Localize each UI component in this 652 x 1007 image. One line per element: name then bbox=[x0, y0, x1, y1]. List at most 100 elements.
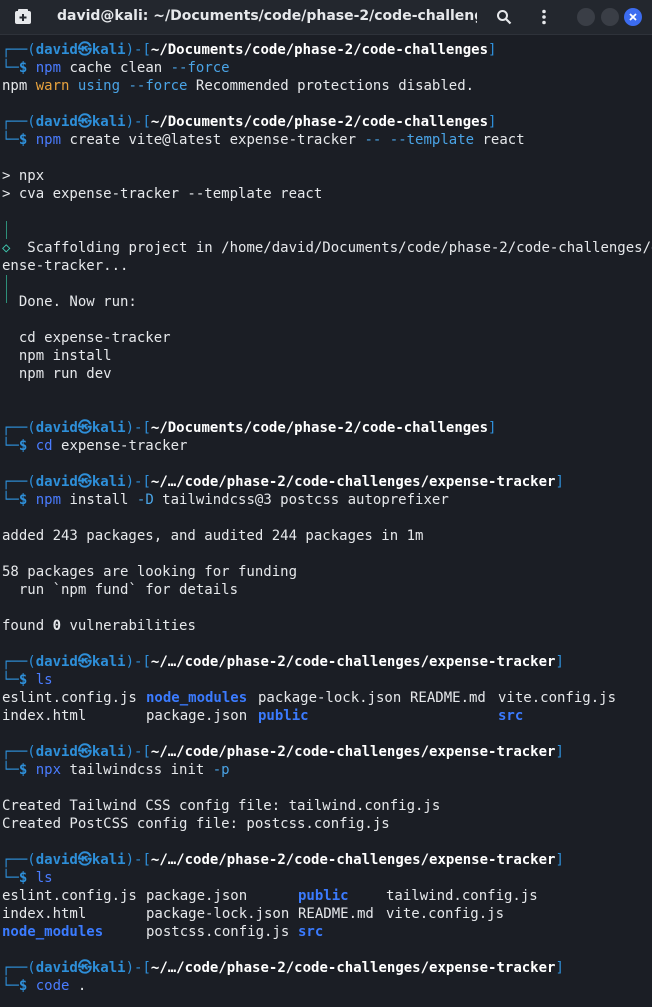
prompt-path: ~/Documents/code/phase-2/code-challenges bbox=[150, 114, 489, 130]
new-tab-icon[interactable] bbox=[13, 8, 33, 26]
ls-entry: README.md bbox=[298, 906, 374, 922]
prompt-path: ~/…/code/phase-2/code-challenges/expense… bbox=[150, 960, 556, 976]
terminal-output[interactable]: ┌──(david㉿kali)-[~/Documents/code/phase-… bbox=[0, 41, 652, 995]
prompt-command: npm install -D tailwindcss@3 postcss aut… bbox=[35, 492, 449, 508]
run-step: npm install bbox=[2, 348, 112, 364]
prompt-user: david bbox=[35, 420, 78, 436]
prompt-command-line: └─$ npm cache clean --force bbox=[2, 60, 230, 76]
prompt-host: kali bbox=[91, 960, 126, 976]
ls-entry: public bbox=[298, 888, 349, 904]
prompt-header: ┌──(david㉿kali)-[~/Documents/code/phase-… bbox=[2, 114, 497, 130]
ls-entry: package.json bbox=[146, 708, 248, 724]
prompt-header: ┌──(david㉿kali)-[~/Documents/code/phase-… bbox=[2, 42, 497, 58]
prompt-host: kali bbox=[91, 744, 126, 760]
prompt-host: kali bbox=[91, 474, 126, 490]
prompt-command-line: └─$ ls bbox=[2, 672, 53, 688]
run-step: npm run dev bbox=[2, 366, 112, 382]
ls-entry: index.html bbox=[2, 906, 87, 922]
prompt-path: ~/…/code/phase-2/code-challenges/expense… bbox=[150, 852, 556, 868]
run-step: cd expense-tracker bbox=[2, 330, 171, 346]
prompt-path: ~/…/code/phase-2/code-challenges/expense… bbox=[150, 744, 556, 760]
menu-icon[interactable] bbox=[534, 7, 554, 27]
prompt-path: ~/Documents/code/phase-2/code-challenges bbox=[150, 420, 489, 436]
ls-entry: vite.config.js bbox=[498, 690, 617, 706]
prompt-command: npm create vite@latest expense-tracker -… bbox=[35, 132, 525, 148]
prompt-header: ┌──(david㉿kali)-[~/…/code/phase-2/code-c… bbox=[2, 960, 564, 976]
scaffold-line: ◇ Scaffolding project in /home/david/Doc… bbox=[2, 240, 652, 256]
minimize-icon[interactable] bbox=[577, 8, 595, 26]
prompt-header: ┌──(david㉿kali)-[~/…/code/phase-2/code-c… bbox=[2, 744, 564, 760]
tree-bar bbox=[0, 221, 652, 239]
funding-hint: run `npm fund` for details bbox=[2, 582, 239, 598]
config-created: Created Tailwind CSS config file: tailwi… bbox=[2, 798, 441, 814]
npm-warning: npm warn using --force Recommended prote… bbox=[2, 78, 475, 94]
prompt-host: kali bbox=[91, 420, 126, 436]
prompt-command-line: └─$ ls bbox=[2, 870, 53, 886]
prompt-host: kali bbox=[91, 852, 126, 868]
ls-entry: package-lock.json bbox=[146, 906, 290, 922]
ls-entry: node_modules bbox=[2, 924, 104, 940]
vulnerabilities-line: found 0 vulnerabilities bbox=[2, 618, 196, 634]
ls-row: eslint.config.js node_modules package-lock… bbox=[0, 689, 652, 707]
title-bar: david@kali: ~/Documents/code/phase-2/cod… bbox=[0, 0, 652, 35]
maximize-icon[interactable] bbox=[601, 8, 619, 26]
prompt-header: ┌──(david㉿kali)-[~/…/code/phase-2/code-c… bbox=[2, 852, 564, 868]
prompt-path: ~/Documents/code/phase-2/code-challenges bbox=[150, 42, 489, 58]
prompt-user: david bbox=[35, 114, 78, 130]
prompt-user: david bbox=[35, 654, 78, 670]
ls-entry: eslint.config.js bbox=[2, 690, 137, 706]
ls-row: eslint.config.js package.json public tailwi… bbox=[0, 887, 652, 905]
prompt-header: ┌──(david㉿kali)-[~/Documents/code/phase-… bbox=[2, 420, 497, 436]
prompt-user: david bbox=[35, 960, 78, 976]
config-created: Created PostCSS config file: postcss.con… bbox=[2, 816, 390, 832]
prompt-command: npx tailwindcss init -p bbox=[35, 762, 230, 778]
prompt-command-line: └─$ npx tailwindcss init -p bbox=[2, 762, 230, 778]
prompt-user: david bbox=[35, 42, 78, 58]
prompt-command-line: └─$ npm create vite@latest expense-track… bbox=[2, 132, 525, 148]
npx-output: > npx bbox=[2, 168, 45, 184]
prompt-header: ┌──(david㉿kali)-[~/…/code/phase-2/code-c… bbox=[2, 654, 564, 670]
prompt-command: ls bbox=[35, 870, 53, 886]
ls-entry: postcss.config.js bbox=[146, 924, 290, 940]
ls-entry: public bbox=[258, 708, 309, 724]
prompt-path: ~/…/code/phase-2/code-challenges/expense… bbox=[150, 474, 556, 490]
funding-line: 58 packages are looking for funding bbox=[2, 564, 298, 580]
prompt-user: david bbox=[35, 474, 78, 490]
ls-entry: eslint.config.js bbox=[2, 888, 137, 904]
search-icon[interactable] bbox=[494, 7, 514, 27]
prompt-host: kali bbox=[91, 42, 126, 58]
ls-row: index.html package.json public src bbox=[0, 707, 652, 725]
prompt-header: ┌──(david㉿kali)-[~/…/code/phase-2/code-c… bbox=[2, 474, 564, 490]
install-summary: added 243 packages, and audited 244 pack… bbox=[2, 528, 424, 544]
ls-row: node_modules postcss.config.js src bbox=[0, 923, 652, 941]
prompt-command: cd expense-tracker bbox=[35, 438, 188, 454]
close-icon[interactable] bbox=[624, 8, 642, 26]
prompt-command-line: └─$ code . bbox=[2, 978, 87, 994]
npx-output: > cva expense-tracker --template react bbox=[2, 186, 323, 202]
ls-entry: src bbox=[498, 708, 524, 724]
tree-bar bbox=[0, 275, 652, 293]
ls-entry: tailwind.config.js bbox=[386, 888, 538, 904]
prompt-host: kali bbox=[91, 654, 126, 670]
ls-entry: vite.config.js bbox=[386, 906, 505, 922]
prompt-command-line: └─$ npm install -D tailwindcss@3 postcss… bbox=[2, 492, 449, 508]
ls-entry: README.md bbox=[410, 690, 486, 706]
ls-entry: node_modules bbox=[146, 690, 248, 706]
prompt-user: david bbox=[35, 744, 78, 760]
prompt-path: ~/…/code/phase-2/code-challenges/expense… bbox=[150, 654, 556, 670]
